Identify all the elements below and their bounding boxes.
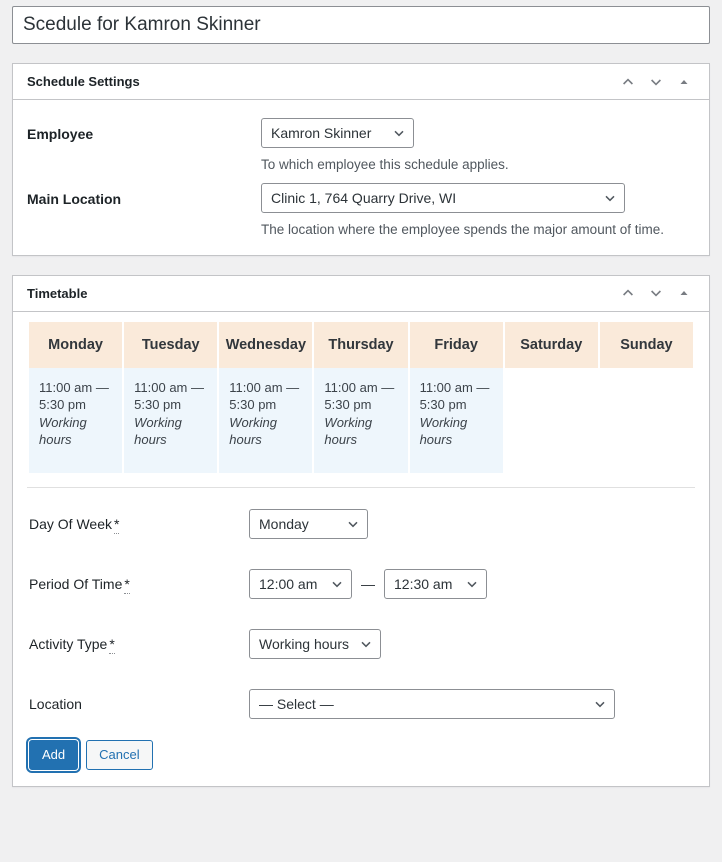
activity-type-field: Working hours xyxy=(249,628,701,659)
title-area xyxy=(12,0,710,44)
schedule-settings-actions xyxy=(615,69,697,95)
required-marker: * xyxy=(114,515,120,534)
entry-time: 11:00 am — 5:30 pm xyxy=(229,379,300,413)
entry-form: Day Of Week * Monday Period Of Time * 12… xyxy=(21,488,701,774)
activity-type-label: Activity Type * xyxy=(21,635,249,654)
entry-form-buttons: Add Cancel xyxy=(21,734,701,774)
timetable-header-row: Monday Tuesday Wednesday Thursday Friday… xyxy=(29,321,693,368)
timetable-header: Timetable xyxy=(13,276,709,312)
timetable-cell-sunday[interactable] xyxy=(599,367,693,473)
chevron-down-icon[interactable] xyxy=(643,69,669,95)
schedule-entry[interactable]: 11:00 am — 5:30 pm Working hours xyxy=(124,367,218,473)
main-location-select-value: Clinic 1, 764 Quarry Drive, WI xyxy=(271,190,457,207)
schedule-settings-header: Schedule Settings xyxy=(13,64,709,100)
period-separator: — xyxy=(361,575,375,592)
day-of-week-row: Day Of Week * Monday xyxy=(21,494,701,554)
timetable-cell-thursday[interactable]: 11:00 am — 5:30 pm Working hours xyxy=(314,367,408,473)
period-of-time-field: 12:00 am — 12:30 am xyxy=(249,568,701,599)
timetable-table: Monday Tuesday Wednesday Thursday Friday… xyxy=(27,321,695,473)
location-row: Location — Select — xyxy=(21,674,701,734)
employee-help-text: To which employee this schedule applies. xyxy=(261,157,509,172)
timetable-actions xyxy=(615,280,697,306)
activity-type-row: Activity Type * Working hours xyxy=(21,614,701,674)
day-of-week-label-text: Day Of Week xyxy=(29,515,112,532)
day-header-tuesday: Tuesday xyxy=(124,321,218,368)
chevron-up-icon[interactable] xyxy=(615,280,641,306)
admin-page: Schedule Settings xyxy=(0,0,722,862)
timetable-title: Timetable xyxy=(27,285,88,301)
timetable-cell-monday[interactable]: 11:00 am — 5:30 pm Working hours xyxy=(29,367,123,473)
main-location-help-text: The location where the employee spends t… xyxy=(261,222,664,238)
timetable-cell-wednesday[interactable]: 11:00 am — 5:30 pm Working hours xyxy=(219,367,313,473)
entry-time: 11:00 am — 5:30 pm xyxy=(134,379,204,413)
schedule-settings-body: Employee Kamron Skinner To which employe… xyxy=(13,100,709,255)
period-to-select[interactable]: 12:30 am xyxy=(384,568,487,599)
period-of-time-label-text: Period Of Time xyxy=(29,575,123,592)
schedule-entry[interactable]: 11:00 am — 5:30 pm Working hours xyxy=(314,367,408,473)
day-header-sunday: Sunday xyxy=(599,321,693,368)
post-title-input[interactable] xyxy=(12,6,710,44)
timetable-cell-tuesday[interactable]: 11:00 am — 5:30 pm Working hours xyxy=(124,367,218,473)
entry-activity: Working hours xyxy=(229,414,277,448)
day-header-saturday: Saturday xyxy=(504,321,598,368)
timetable-cell-friday[interactable]: 11:00 am — 5:30 pm Working hours xyxy=(409,367,503,473)
day-header-friday: Friday xyxy=(409,321,503,368)
entry-activity: Working hours xyxy=(39,414,87,448)
day-header-monday: Monday xyxy=(29,321,123,368)
employee-field: Kamron Skinner To which employee this sc… xyxy=(261,118,695,175)
employee-select-value: Kamron Skinner xyxy=(271,125,372,141)
chevron-down-icon[interactable] xyxy=(643,280,669,306)
timetable-body-row: 11:00 am — 5:30 pm Working hours 11:00 a… xyxy=(29,367,693,473)
period-to-value: 12:30 am xyxy=(394,575,453,592)
entry-time: 11:00 am — 5:30 pm xyxy=(39,379,109,413)
day-header-thursday: Thursday xyxy=(314,321,408,368)
day-of-week-field: Monday xyxy=(249,508,701,539)
required-marker: * xyxy=(124,575,130,594)
schedule-settings-title: Schedule Settings xyxy=(27,74,140,89)
location-select[interactable]: — Select — xyxy=(249,688,615,719)
timetable-panel: Timetable Monday Tuesday Wednesday Thurs… xyxy=(12,274,710,787)
period-from-value: 12:00 am xyxy=(259,575,318,592)
schedule-entry-empty[interactable] xyxy=(504,367,598,473)
toggle-panel-icon[interactable] xyxy=(671,69,697,95)
period-of-time-row: Period Of Time * 12:00 am — 12:30 am xyxy=(21,554,701,614)
schedule-entry-empty[interactable] xyxy=(599,367,693,473)
main-location-field: Clinic 1, 764 Quarry Drive, WI The locat… xyxy=(261,183,695,240)
entry-activity: Working hours xyxy=(134,414,182,448)
day-header-wednesday: Wednesday xyxy=(219,321,313,368)
schedule-settings-panel: Schedule Settings Employee Kamron Skinne… xyxy=(12,63,710,256)
entry-activity: Working hours xyxy=(419,414,468,448)
period-from-select[interactable]: 12:00 am xyxy=(249,568,352,599)
add-button[interactable]: Add xyxy=(29,739,79,770)
cancel-button[interactable]: Cancel xyxy=(86,739,153,770)
day-of-week-select[interactable]: Monday xyxy=(249,508,368,539)
required-marker: * xyxy=(109,635,115,654)
timetable-table-wrap: Monday Tuesday Wednesday Thursday Friday… xyxy=(21,312,701,473)
chevron-up-icon[interactable] xyxy=(615,69,641,95)
schedule-entry[interactable]: 11:00 am — 5:30 pm Working hours xyxy=(409,367,503,473)
employee-label: Employee xyxy=(27,126,94,142)
toggle-panel-icon[interactable] xyxy=(671,280,697,306)
location-value: — Select — xyxy=(259,695,334,712)
timetable-body: Monday Tuesday Wednesday Thursday Friday… xyxy=(13,312,709,786)
employee-row: Employee Kamron Skinner To which employe… xyxy=(27,110,695,175)
location-label: Location xyxy=(29,695,82,712)
main-location-row: Main Location Clinic 1, 764 Quarry Drive… xyxy=(27,175,695,240)
main-location-label: Main Location xyxy=(27,191,122,208)
entry-time: 11:00 am — 5:30 pm xyxy=(324,379,395,413)
schedule-entry[interactable]: 11:00 am — 5:30 pm Working hours xyxy=(219,367,313,473)
day-of-week-value: Monday xyxy=(259,515,309,532)
activity-type-label-text: Activity Type xyxy=(29,635,108,652)
entry-time: 11:00 am — 5:30 pm xyxy=(419,379,490,413)
activity-type-value: Working hours xyxy=(259,635,350,652)
timetable-cell-saturday[interactable] xyxy=(504,367,598,473)
entry-activity: Working hours xyxy=(324,414,373,448)
day-of-week-label: Day Of Week * xyxy=(21,515,249,534)
main-location-select[interactable]: Clinic 1, 764 Quarry Drive, WI xyxy=(261,183,625,214)
activity-type-select[interactable]: Working hours xyxy=(249,628,381,659)
employee-select[interactable]: Kamron Skinner xyxy=(261,118,414,148)
period-of-time-label: Period Of Time * xyxy=(21,575,249,594)
location-field: — Select — xyxy=(249,688,701,719)
schedule-entry[interactable]: 11:00 am — 5:30 pm Working hours xyxy=(29,367,123,473)
